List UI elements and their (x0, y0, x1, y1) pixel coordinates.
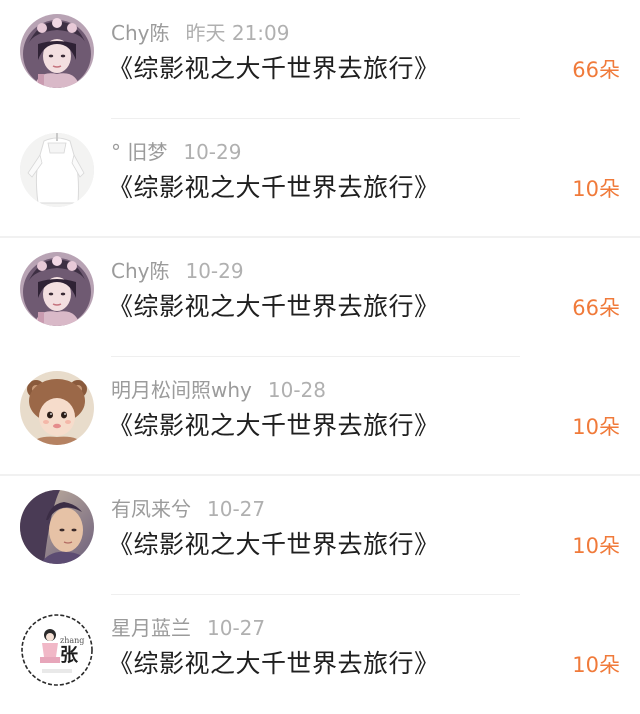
timestamp: 昨天 21:09 (185, 21, 290, 45)
record-meta: 明月松间照why 10-28 (111, 377, 326, 403)
record-meta: Chy陈 昨天 21:09 (111, 20, 289, 46)
record-meta: 星月蓝兰 10-27 (111, 615, 265, 641)
book-title[interactable]: 《综影视之大千世界去旅行》 (108, 528, 440, 562)
avatar[interactable]: zhang 张 (20, 613, 94, 687)
user-name[interactable]: 星月蓝兰 (111, 616, 191, 640)
avatar-white-dress-icon (20, 133, 94, 207)
avatar-ancient-woman-icon (20, 252, 94, 326)
avatar-ancient-woman-icon (20, 14, 94, 88)
book-title[interactable]: 《综影视之大千世界去旅行》 (108, 52, 440, 86)
flower-count: 10朵 (572, 653, 620, 677)
record-meta: 有凤来兮 10-27 (111, 496, 265, 522)
timestamp: 10-28 (267, 378, 326, 402)
badge-hanzi-text: 张 (60, 645, 79, 666)
avatar[interactable] (20, 490, 94, 564)
user-name[interactable]: 明月松间照why (111, 378, 252, 402)
timestamp: 10-29 (185, 259, 244, 283)
timestamp: 10-27 (207, 616, 266, 640)
record-meta: ° 旧梦 10-29 (111, 139, 241, 165)
flower-count: 66朵 (572, 296, 620, 320)
book-title[interactable]: 《综影视之大千世界去旅行》 (108, 409, 440, 443)
flower-count: 10朵 (572, 177, 620, 201)
book-title[interactable]: 《综影视之大千世界去旅行》 (108, 647, 440, 681)
book-title[interactable]: 《综影视之大千世界去旅行》 (108, 290, 440, 324)
list-item[interactable]: zhang 张 星月蓝兰 10-27 《综影视之大千世界去旅行》 10朵 (0, 595, 640, 714)
user-name[interactable]: 有凤来兮 (111, 497, 191, 521)
avatar-baby-bear-hat-icon (20, 371, 94, 445)
timestamp: 10-27 (207, 497, 266, 521)
avatar-zhang-badge-icon: zhang 张 (20, 613, 94, 687)
record-meta: Chy陈 10-29 (111, 258, 244, 284)
list-item[interactable]: 有凤来兮 10-27 《综影视之大千世界去旅行》 10朵 (0, 476, 640, 595)
gift-record-list: Chy陈 昨天 21:09 《综影视之大千世界去旅行》 66朵 ° 旧梦 10-29… (0, 0, 640, 714)
flower-count: 10朵 (572, 534, 620, 558)
avatar[interactable] (20, 14, 94, 88)
badge-latin-text: zhang (60, 636, 84, 645)
list-item[interactable]: Chy陈 10-29 《综影视之大千世界去旅行》 66朵 (0, 238, 640, 357)
list-item[interactable]: ° 旧梦 10-29 《综影视之大千世界去旅行》 10朵 (0, 119, 640, 238)
flower-count: 10朵 (572, 415, 620, 439)
timestamp: 10-29 (183, 140, 242, 164)
avatar[interactable] (20, 252, 94, 326)
list-item[interactable]: 明月松间照why 10-28 《综影视之大千世界去旅行》 10朵 (0, 357, 640, 476)
user-name[interactable]: Chy陈 (111, 259, 169, 283)
flower-count: 66朵 (572, 58, 620, 82)
avatar[interactable] (20, 371, 94, 445)
user-name[interactable]: ° 旧梦 (111, 140, 167, 164)
list-item[interactable]: Chy陈 昨天 21:09 《综影视之大千世界去旅行》 66朵 (0, 0, 640, 119)
book-title[interactable]: 《综影视之大千世界去旅行》 (108, 171, 440, 205)
avatar[interactable] (20, 133, 94, 207)
avatar-anime-man-icon (20, 490, 94, 564)
user-name[interactable]: Chy陈 (111, 21, 169, 45)
